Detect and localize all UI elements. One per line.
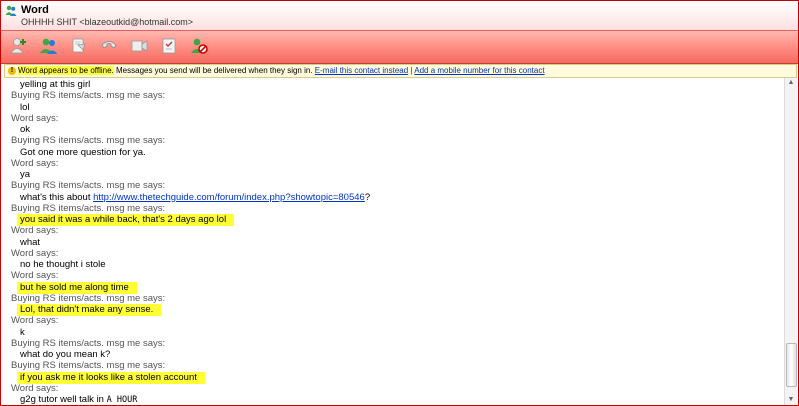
messenger-buddy-icon — [5, 5, 17, 16]
message-link[interactable]: http://www.thetechguide.com/forum/index.… — [93, 192, 365, 203]
message-text: k — [11, 327, 781, 338]
message-text: what do you mean k? — [11, 349, 781, 360]
message-body: k — [20, 326, 25, 338]
message-sender: Buying RS items/acts. msg me says: — [11, 360, 166, 371]
contacts-icon[interactable] — [39, 36, 59, 56]
email-contact-link[interactable]: E-mail this contact instead — [315, 66, 408, 75]
message-body: ok — [20, 124, 31, 135]
title-bar: Word OHHHH SHIT <blazeoutkid@hotmail.com… — [1, 1, 798, 30]
message-body: ya — [20, 169, 31, 180]
message-text: yelling at this girl — [20, 79, 91, 90]
window-title: Word — [21, 4, 49, 16]
message-text-prefix: what's this about — [20, 191, 94, 203]
highlighted-message: but he sold me along time — [17, 281, 137, 294]
message-body: lol — [20, 101, 30, 113]
message-text: what — [11, 237, 781, 248]
message-text: g2g tutor well talk in A HOUR — [11, 394, 781, 405]
contact-personal-message: OHHHH SHIT <blazeoutkid@hotmail.com> — [21, 17, 194, 27]
message-text: lol — [11, 102, 781, 113]
message-sender: Word says: — [11, 382, 59, 394]
im-window: Word OHHHH SHIT <blazeoutkid@hotmail.com… — [0, 0, 799, 406]
link-separator: | — [410, 66, 413, 75]
message-text: if you ask me it looks like a stolen acc… — [11, 371, 781, 384]
video-icon[interactable] — [129, 36, 149, 56]
message-sender: Word says: — [11, 247, 59, 259]
message-sender: Word says: — [11, 225, 59, 236]
call-icon[interactable] — [99, 36, 119, 56]
message-text: ya — [11, 169, 781, 180]
add-mobile-link[interactable]: Add a mobile number for this contact — [414, 66, 544, 75]
offline-notice-bar: ! Word appears to be offline. Messages yo… — [4, 64, 797, 78]
message-sender: Buying RS items/acts. msg me says: — [11, 202, 166, 214]
message-text: no he thought i stole — [11, 259, 781, 270]
message-sender: Word says: — [11, 315, 59, 326]
message-sender: Buying RS items/acts. msg me says: — [11, 337, 166, 349]
message-text-suffix: ? — [364, 191, 371, 203]
offline-status-text: Word appears to be offline. — [18, 66, 114, 75]
block-icon[interactable] — [189, 36, 209, 56]
message-sender: Word says: — [11, 112, 59, 124]
message-text: ok — [11, 124, 781, 135]
message-text: what's this about http://www.thetechguid… — [11, 192, 781, 203]
send-file-icon[interactable] — [69, 36, 89, 56]
delivery-info-text: Messages you send will be delivered when… — [116, 66, 313, 75]
message-text: but he sold me along time — [11, 281, 781, 294]
message-sender: Buying RS items/acts. msg me says: — [11, 180, 166, 191]
message-text: Got one more question for ya. — [11, 147, 781, 158]
message-body: Got one more question for ya. — [20, 146, 146, 158]
scroll-up-arrow[interactable]: ▲ — [785, 78, 797, 88]
message-text: you said it was a while back, that's 2 d… — [11, 214, 781, 226]
message-sender: Word says: — [11, 270, 59, 281]
message-sender: Buying RS items/acts. msg me says: — [11, 292, 166, 304]
message-sender: Buying RS items/acts. msg me says: — [11, 135, 166, 146]
message-body: no he thought i stole — [20, 259, 106, 270]
toolbar — [1, 30, 798, 64]
message-list: yelling at this girl Buying RS items/act… — [11, 79, 781, 405]
message-body: what — [20, 236, 41, 248]
invite-contact-icon[interactable] — [9, 36, 29, 56]
message-sender: Buying RS items/acts. msg me says: — [11, 90, 166, 101]
activities-icon[interactable] — [159, 36, 179, 56]
conversation-scrollbar[interactable]: ▲ ▼ — [784, 78, 797, 405]
scroll-down-arrow[interactable]: ▼ — [785, 395, 797, 405]
highlighted-message: if you ask me it looks like a stolen acc… — [17, 371, 205, 384]
message-sender: Word says: — [11, 157, 59, 169]
message-text-caps: A HOUR — [106, 395, 138, 405]
message-text: Lol, that didn't make any sense. — [11, 304, 781, 316]
message-body: what do you mean k? — [20, 349, 111, 360]
info-icon: ! — [8, 66, 16, 75]
conversation-history[interactable]: yelling at this girl Buying RS items/act… — [4, 78, 783, 405]
message-text-prefix: g2g tutor well talk in — [20, 394, 107, 405]
scroll-thumb[interactable] — [786, 343, 797, 387]
